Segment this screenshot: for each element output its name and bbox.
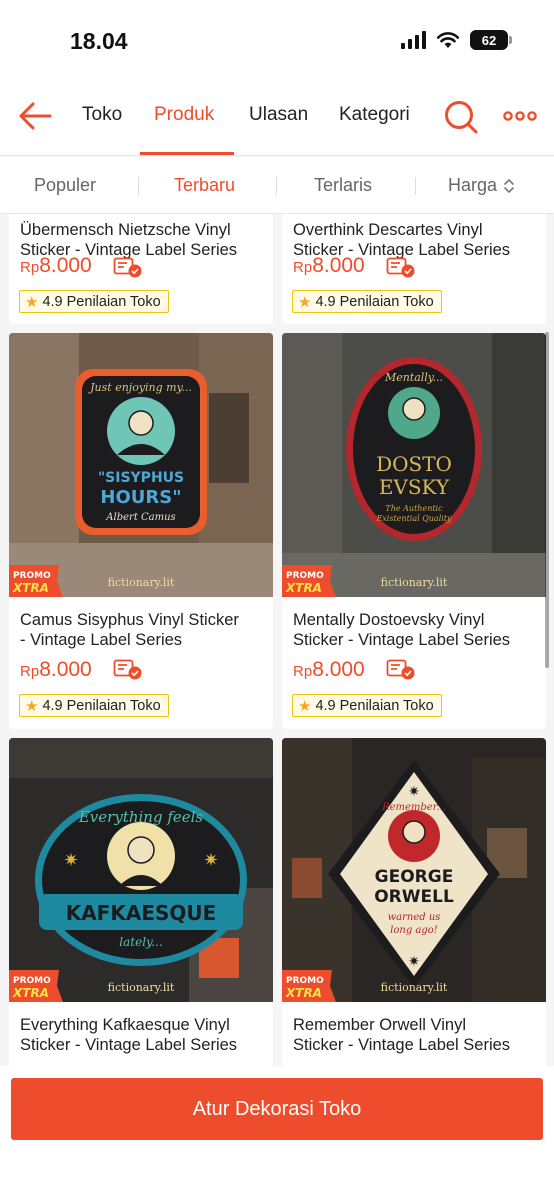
- product-title: Camus Sisyphus Vinyl Sticker - Vintage L…: [20, 611, 239, 649]
- bottom-action-bar: Atur Dekorasi Toko: [0, 1066, 554, 1200]
- svg-text:XTRA: XTRA: [12, 986, 49, 1000]
- sort-harga[interactable]: Harga: [448, 175, 515, 196]
- svg-text:PROMO: PROMO: [286, 571, 324, 581]
- product-title: Everything Kafkaesque Vinyl Sticker - Vi…: [20, 1016, 238, 1054]
- sticker-main-text: HOURS": [100, 487, 181, 508]
- sticker-main-text: ORWELL: [374, 887, 454, 907]
- product-card[interactable]: Übermensch Nietzsche Vinyl Sticker - Vin…: [9, 214, 273, 324]
- sticker-sub-text: lately...: [119, 935, 162, 949]
- sticker-signature: Albert Camus: [105, 512, 175, 523]
- svg-text:PROMO: PROMO: [13, 976, 51, 986]
- star-icon: ★: [298, 293, 312, 311]
- product-image: ✷ ✷ Remember... GEORGE ORWELL warned us …: [282, 738, 546, 1002]
- shipping-voucher-icon: [386, 257, 415, 278]
- svg-text:✷: ✷: [63, 850, 78, 870]
- sticker-sub-text: long ago!: [390, 925, 438, 936]
- product-image: ✷ ✷ Everything feels KAFKAESQUE lately..…: [9, 738, 273, 1002]
- status-time: 18.04: [70, 28, 128, 54]
- sort-terlaris[interactable]: Terlaris: [314, 175, 372, 196]
- sticker-top-text: Everything feels: [78, 808, 204, 826]
- product-card[interactable]: Overthink Descartes Vinyl Sticker - Vint…: [282, 214, 546, 324]
- rating-badge: ★ 4.9 Penilaian Toko: [19, 290, 169, 313]
- rating-badge: ★ 4.9 Penilaian Toko: [292, 290, 442, 313]
- sort-populer[interactable]: Populer: [34, 175, 96, 196]
- status-bar: 18.04 62: [0, 0, 554, 82]
- battery-icon: 62: [470, 30, 512, 50]
- product-image: Mentally... DOSTO EVSKY The Authentic Ex…: [282, 333, 546, 597]
- camus-sticker-image: Just enjoying my... "SISYPHUS HOURS" Alb…: [9, 333, 273, 597]
- tab-kategori[interactable]: Kategori: [339, 104, 410, 126]
- star-icon: ★: [25, 697, 39, 715]
- product-card[interactable]: ✷ ✷ Remember... GEORGE ORWELL warned us …: [282, 738, 546, 1078]
- search-icon[interactable]: [442, 98, 480, 136]
- sort-harga-label: Harga: [448, 175, 498, 195]
- promo-xtra-badge: PROMO XTRA: [9, 970, 63, 1002]
- product-title: Mentally Dostoevsky Vinyl Sticker - Vint…: [293, 611, 511, 649]
- sort-bar: Populer Terbaru Terlaris Harga: [0, 157, 554, 214]
- sort-divider: [276, 177, 277, 195]
- shop-nav-bar: Toko Produk Ulasan Kategori: [0, 82, 554, 156]
- promo-xtra-badge: PROMO XTRA: [9, 565, 63, 597]
- sticker-sub-text: Existential Quality: [375, 514, 452, 523]
- svg-text:PROMO: PROMO: [13, 571, 51, 581]
- svg-text:✷: ✷: [203, 850, 218, 870]
- sort-divider: [138, 177, 139, 195]
- star-icon: ★: [298, 697, 312, 715]
- rating-badge: ★ 4.9 Penilaian Toko: [292, 694, 442, 717]
- decorate-shop-button[interactable]: Atur Dekorasi Toko: [11, 1078, 543, 1140]
- promo-xtra-badge: PROMO XTRA: [282, 565, 336, 597]
- product-card[interactable]: ✷ ✷ Everything feels KAFKAESQUE lately..…: [9, 738, 273, 1078]
- product-card[interactable]: Mentally... DOSTO EVSKY The Authentic Ex…: [282, 333, 546, 729]
- product-card[interactable]: Just enjoying my... "SISYPHUS HOURS" Alb…: [9, 333, 273, 729]
- orwell-sticker-image: ✷ ✷ Remember... GEORGE ORWELL warned us …: [282, 738, 546, 1002]
- dostoevsky-sticker-image: Mentally... DOSTO EVSKY The Authentic Ex…: [282, 333, 546, 597]
- battery-level: 62: [481, 32, 497, 48]
- product-price: Rp8.000: [293, 658, 365, 681]
- cellular-signal-icon: [401, 31, 426, 49]
- svg-text:✷: ✷: [408, 783, 420, 799]
- sticker-main-text: EVSKY: [379, 475, 450, 499]
- sticker-main-text: GEORGE: [375, 867, 454, 887]
- tab-toko[interactable]: Toko: [82, 104, 122, 126]
- sticker-sub-text: The Authentic: [385, 504, 443, 513]
- promo-xtra-badge: PROMO XTRA: [282, 970, 336, 1002]
- product-price: Rp8.000: [20, 254, 92, 277]
- svg-text:XTRA: XTRA: [285, 986, 322, 1000]
- svg-text:XTRA: XTRA: [285, 581, 322, 595]
- scrollbar[interactable]: [545, 332, 549, 668]
- sticker-main-text: "SISYPHUS: [98, 470, 184, 486]
- kafka-sticker-image: ✷ ✷ Everything feels KAFKAESQUE lately..…: [9, 738, 273, 1002]
- sticker-main-text: KAFKAESQUE: [66, 901, 217, 925]
- more-options-icon[interactable]: [503, 106, 537, 126]
- shipping-voucher-icon: [113, 257, 142, 278]
- sort-terbaru[interactable]: Terbaru: [174, 175, 235, 196]
- svg-text:✷: ✷: [408, 953, 420, 969]
- sort-divider: [415, 177, 416, 195]
- tab-produk[interactable]: Produk: [154, 104, 214, 126]
- shipping-voucher-icon: [386, 659, 415, 680]
- sort-toggle-icon: [504, 178, 514, 193]
- svg-text:PROMO: PROMO: [286, 976, 324, 986]
- status-icons: 62: [401, 30, 512, 50]
- star-icon: ★: [25, 293, 39, 311]
- product-grid[interactable]: Übermensch Nietzsche Vinyl Sticker - Vin…: [0, 214, 554, 1078]
- product-title: Remember Orwell Vinyl Sticker - Vintage …: [293, 1016, 511, 1054]
- sticker-top-text: Just enjoying my...: [88, 381, 192, 394]
- rating-badge: ★ 4.9 Penilaian Toko: [19, 694, 169, 717]
- product-price: Rp8.000: [293, 254, 365, 277]
- svg-text:XTRA: XTRA: [12, 581, 49, 595]
- product-image: Just enjoying my... "SISYPHUS HOURS" Alb…: [9, 333, 273, 597]
- wifi-icon: [436, 32, 460, 48]
- sticker-main-text: DOSTO: [376, 452, 452, 476]
- sticker-top-text: Mentally...: [384, 371, 443, 384]
- back-arrow-icon[interactable]: [16, 98, 56, 134]
- sticker-sub-text: warned us: [388, 912, 441, 923]
- sticker-top-text: Remember...: [381, 802, 446, 813]
- active-tab-indicator: [140, 152, 234, 155]
- product-price: Rp8.000: [20, 658, 92, 681]
- shipping-voucher-icon: [113, 659, 142, 680]
- tab-ulasan[interactable]: Ulasan: [249, 104, 308, 126]
